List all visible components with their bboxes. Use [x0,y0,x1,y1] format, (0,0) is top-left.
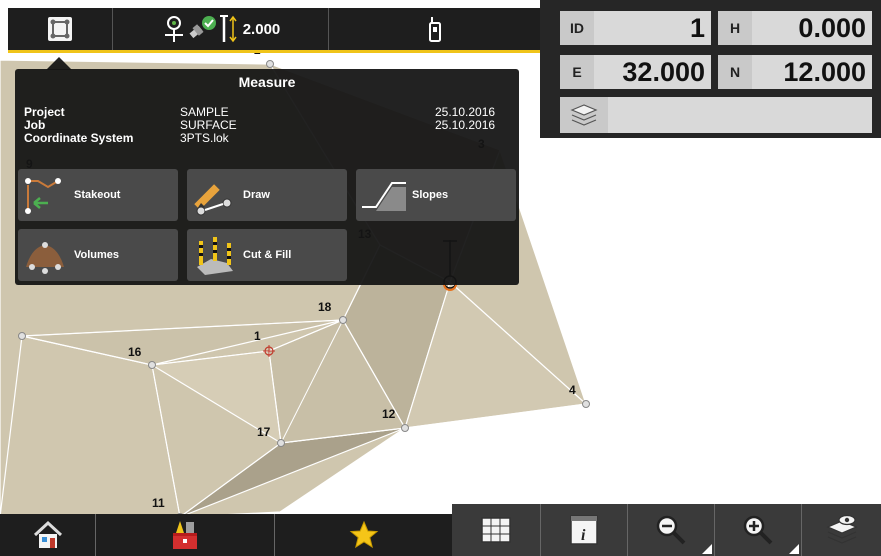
point-list-button[interactable] [452,504,540,556]
point-label-1: 1 [254,329,261,343]
point-marker [277,439,285,447]
point-label-12: 12 [382,407,396,421]
e-label: E [560,55,594,89]
point-label-18: 18 [318,300,332,314]
draw-label: Draw [243,189,270,201]
id-label: ID [560,11,594,45]
star-icon [349,520,378,549]
e-field[interactable]: E 32.000 [560,55,711,89]
n-label: N [718,55,752,89]
cut-fill-button[interactable]: Cut & Fill [187,229,347,281]
info-button[interactable]: i [541,504,627,556]
stakeout-button[interactable]: Stakeout [18,169,178,221]
favorites-button[interactable] [275,514,452,556]
zoom-out-button[interactable] [628,504,714,556]
id-value: 1 [689,12,705,43]
volumes-label: Volumes [74,249,120,261]
e-value: 32.000 [622,56,705,87]
point-label-4: 4 [569,383,576,397]
point-marker [18,332,26,340]
coordinate-system-label: Coordinate System [24,131,134,145]
gnss-rover-icon [164,16,183,42]
measure-mode-button[interactable] [8,8,112,50]
layer-button[interactable] [560,97,608,133]
toolbox-button[interactable] [96,514,274,556]
slopes-label: Slopes [412,189,449,201]
satellite-check-icon [189,16,216,39]
job-date: 25.10.2016 [435,118,496,132]
zoom-out-icon [656,515,686,545]
h-value: 0.000 [798,12,866,43]
h-field[interactable]: H 0.000 [718,11,872,45]
bottom-toolbar [0,514,452,556]
popup-title: Measure [238,74,296,90]
project-label: Project [24,105,65,119]
h-label: H [718,11,752,45]
cut-fill-label: Cut & Fill [243,249,292,261]
home-icon [33,520,62,548]
slopes-icon [362,182,406,211]
layer-visibility-icon [825,514,858,544]
coordinate-system-value: 3PTS.lok [180,131,229,145]
pole-height-value: 2.000 [242,20,281,38]
layers-icon [570,104,598,126]
point-list-icon [481,517,511,543]
id-field[interactable]: ID 1 [560,11,711,45]
pole-height-icon [219,15,237,43]
cut-fill-icon [197,237,233,275]
job-value: SURFACE [180,118,237,132]
gnss-status-button[interactable]: 2.000 [113,8,328,50]
volumes-button[interactable]: Volumes [18,229,178,281]
point-marker [582,400,590,408]
layer-visibility-button[interactable] [802,504,881,556]
zoom-in-icon [743,515,773,545]
measure-popup: Measure Project SAMPLE 25.10.2016 Job SU… [15,69,519,285]
radio-device-button[interactable] [329,8,540,50]
draw-icon [194,184,232,216]
draw-button[interactable]: Draw [187,169,347,221]
toolbox-icon [173,521,197,549]
n-field[interactable]: N 12.000 [718,55,872,89]
layer-field[interactable] [560,97,872,133]
top-toolbar: 2.000 [8,8,540,53]
radio-device-icon [428,17,441,42]
point-marker [148,361,156,369]
info-icon: i [570,515,598,545]
home-button[interactable] [0,514,95,556]
point-marker [401,424,409,432]
point-marker [266,60,274,68]
slopes-button[interactable]: Slopes [356,169,516,221]
stakeout-label: Stakeout [74,189,121,201]
coordinate-panel: ID 1 H 0.000 E 32.000 N 12.000 [540,0,881,138]
job-label: Job [24,118,46,132]
project-value: SAMPLE [180,105,229,119]
map-tools-toolbar: i [452,504,881,556]
stakeout-icon [25,178,61,214]
svg-text:i: i [581,527,586,544]
measure-mode-icon [48,17,72,41]
volumes-icon [26,242,64,274]
point-marker [339,316,347,324]
layer-value [610,97,872,133]
n-value: 12.000 [783,56,866,87]
point-label-16: 16 [128,345,142,359]
point-label-11: 11 [152,496,165,510]
point-label-17: 17 [257,425,271,439]
zoom-in-button[interactable] [715,504,801,556]
project-date: 25.10.2016 [435,105,496,119]
